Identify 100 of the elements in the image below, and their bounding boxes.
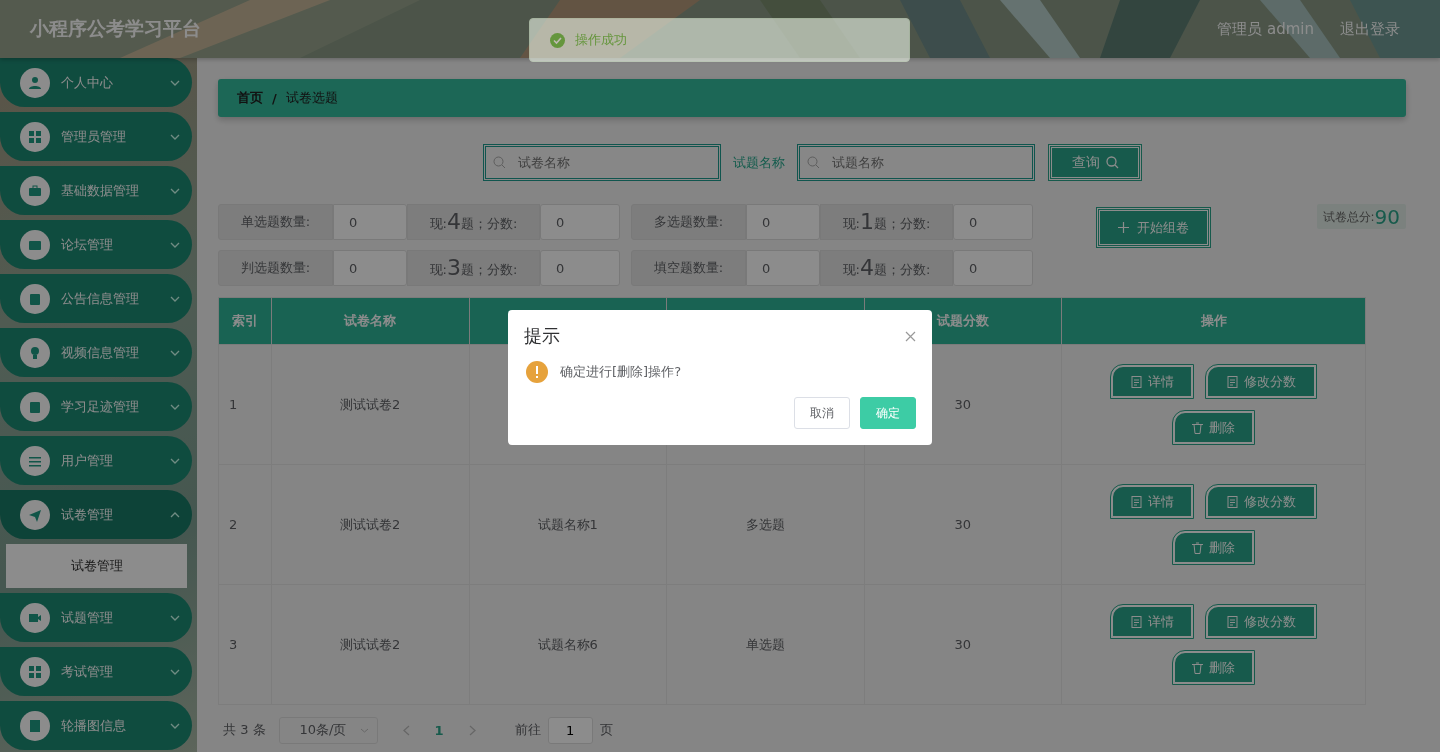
score-field[interactable]: 0 xyxy=(540,204,620,241)
trash-icon xyxy=(1192,541,1203,554)
menu-item[interactable]: 轮播图信息 xyxy=(0,701,192,750)
table-cell: 测试试卷2 xyxy=(271,344,469,465)
table-cell: 30 xyxy=(864,464,1062,585)
action-button[interactable]: 修改分数 xyxy=(1206,605,1316,639)
plus-icon xyxy=(1118,222,1129,234)
document-icon xyxy=(1130,375,1142,388)
search-field[interactable]: 试题名称 xyxy=(797,144,1035,182)
search-button[interactable]: 查询 xyxy=(1049,145,1141,181)
table-cell: 试题名称1 xyxy=(469,464,667,585)
document-icon xyxy=(1226,495,1238,508)
current-count-label: 现:3题；分数: xyxy=(407,250,540,287)
person-icon xyxy=(20,67,50,98)
menu-item[interactable]: 基础数据管理 xyxy=(0,166,192,215)
menu-item[interactable]: 考试管理 xyxy=(0,647,192,696)
stat-label: 多选题数量: xyxy=(631,204,746,241)
caret-icon xyxy=(170,187,180,194)
score-field[interactable]: 0 xyxy=(953,204,1033,241)
start-button[interactable]: 开始组卷 xyxy=(1097,208,1210,248)
menu-item[interactable]: 试卷管理 xyxy=(0,490,192,539)
action-button[interactable]: 修改分数 xyxy=(1206,365,1316,399)
menu-item[interactable]: 学习足迹管理 xyxy=(0,382,192,431)
column-header: 操作 xyxy=(1061,297,1366,345)
action-button[interactable]: 删除 xyxy=(1173,531,1254,565)
next-icon[interactable] xyxy=(468,724,476,736)
confirm-button[interactable]: 确定 xyxy=(860,397,916,429)
breadcrumb-item[interactable]: 首页 xyxy=(237,89,263,108)
document-icon xyxy=(1130,615,1142,628)
action-button[interactable]: 删除 xyxy=(1173,411,1254,445)
menu-item[interactable]: 试题管理 xyxy=(0,593,192,642)
document-icon xyxy=(1130,495,1142,508)
page-number[interactable]: 1 xyxy=(434,722,444,738)
menu-item[interactable]: 管理员管理 xyxy=(0,112,192,161)
score-field[interactable]: 0 xyxy=(540,250,620,287)
grid-icon xyxy=(20,656,50,687)
count-field[interactable]: 0 xyxy=(746,204,820,241)
dialog-title: 提示 xyxy=(524,324,560,348)
close-icon[interactable] xyxy=(905,330,916,342)
caret-icon xyxy=(170,668,180,675)
goto-label: 前往 xyxy=(514,721,541,740)
stat-label: 单选题数量: xyxy=(218,204,333,241)
document-icon xyxy=(1226,375,1238,388)
search-field[interactable]: 试卷名称 xyxy=(483,144,721,182)
menu-item[interactable]: 个人中心 xyxy=(0,58,192,107)
current-count-label: 现:4题；分数: xyxy=(407,204,540,241)
table-cell: 30 xyxy=(864,584,1062,705)
menu-item[interactable]: 论坛管理 xyxy=(0,220,192,269)
action-button[interactable]: 详情 xyxy=(1111,605,1193,639)
submenu-item[interactable]: 试卷管理 xyxy=(6,544,187,588)
caret-icon xyxy=(170,457,180,464)
table-cell: 3 xyxy=(218,584,272,705)
table-cell: 测试试卷2 xyxy=(271,464,469,585)
caret-icon xyxy=(170,133,180,140)
table-cell: 测试试卷2 xyxy=(271,584,469,705)
caret-icon xyxy=(170,614,180,621)
page-input[interactable]: 1 xyxy=(547,716,593,744)
action-button[interactable]: 删除 xyxy=(1173,651,1254,685)
action-button[interactable]: 详情 xyxy=(1111,485,1193,519)
user-name: 管理员 admin xyxy=(1217,19,1314,39)
total-count: 共 3 条 xyxy=(223,721,266,740)
menu-item[interactable]: 视频信息管理 xyxy=(0,328,192,377)
caret-icon xyxy=(170,241,180,248)
sliders-icon xyxy=(20,445,50,476)
page-size-select[interactable]: 10条/页 xyxy=(278,716,378,744)
score-field[interactable]: 0 xyxy=(953,250,1033,287)
menu-item[interactable]: 公告信息管理 xyxy=(0,274,192,323)
logout-link[interactable]: 退出登录 xyxy=(1340,19,1400,39)
caret-icon xyxy=(170,722,180,729)
search-icon xyxy=(807,156,820,170)
table-cell: 多选题 xyxy=(666,464,864,585)
column-header: 索引 xyxy=(218,297,272,345)
bulb-icon xyxy=(20,337,50,368)
search-icon xyxy=(1105,156,1119,170)
stat-label: 填空题数量: xyxy=(631,250,746,287)
action-button[interactable]: 修改分数 xyxy=(1206,485,1316,519)
count-field[interactable]: 0 xyxy=(333,204,407,241)
current-count-label: 现:4题；分数: xyxy=(820,250,953,287)
check-icon xyxy=(550,32,565,48)
caret-icon xyxy=(170,403,180,410)
table-cell: 2 xyxy=(218,464,272,585)
count-field[interactable]: 0 xyxy=(746,250,820,287)
trash-icon xyxy=(1192,421,1203,434)
menu-item[interactable]: 用户管理 xyxy=(0,436,192,485)
table-cell: 试题名称6 xyxy=(469,584,667,705)
toast-message: 操作成功 xyxy=(575,31,627,49)
page-unit: 页 xyxy=(599,721,613,740)
warning-icon xyxy=(526,361,548,383)
previous-icon[interactable] xyxy=(402,724,410,736)
column-header: 试卷名称 xyxy=(271,297,469,345)
cancel-button[interactable]: 取消 xyxy=(794,397,850,429)
search-icon xyxy=(493,156,506,170)
table-cell: 1 xyxy=(218,344,272,465)
trash-icon xyxy=(1192,661,1203,674)
caret-icon xyxy=(170,511,180,518)
current-count-label: 现:1题；分数: xyxy=(820,204,953,241)
breadcrumb-separator: / xyxy=(272,90,277,106)
count-field[interactable]: 0 xyxy=(333,250,407,287)
action-button[interactable]: 详情 xyxy=(1111,365,1193,399)
grid-icon xyxy=(20,121,50,152)
